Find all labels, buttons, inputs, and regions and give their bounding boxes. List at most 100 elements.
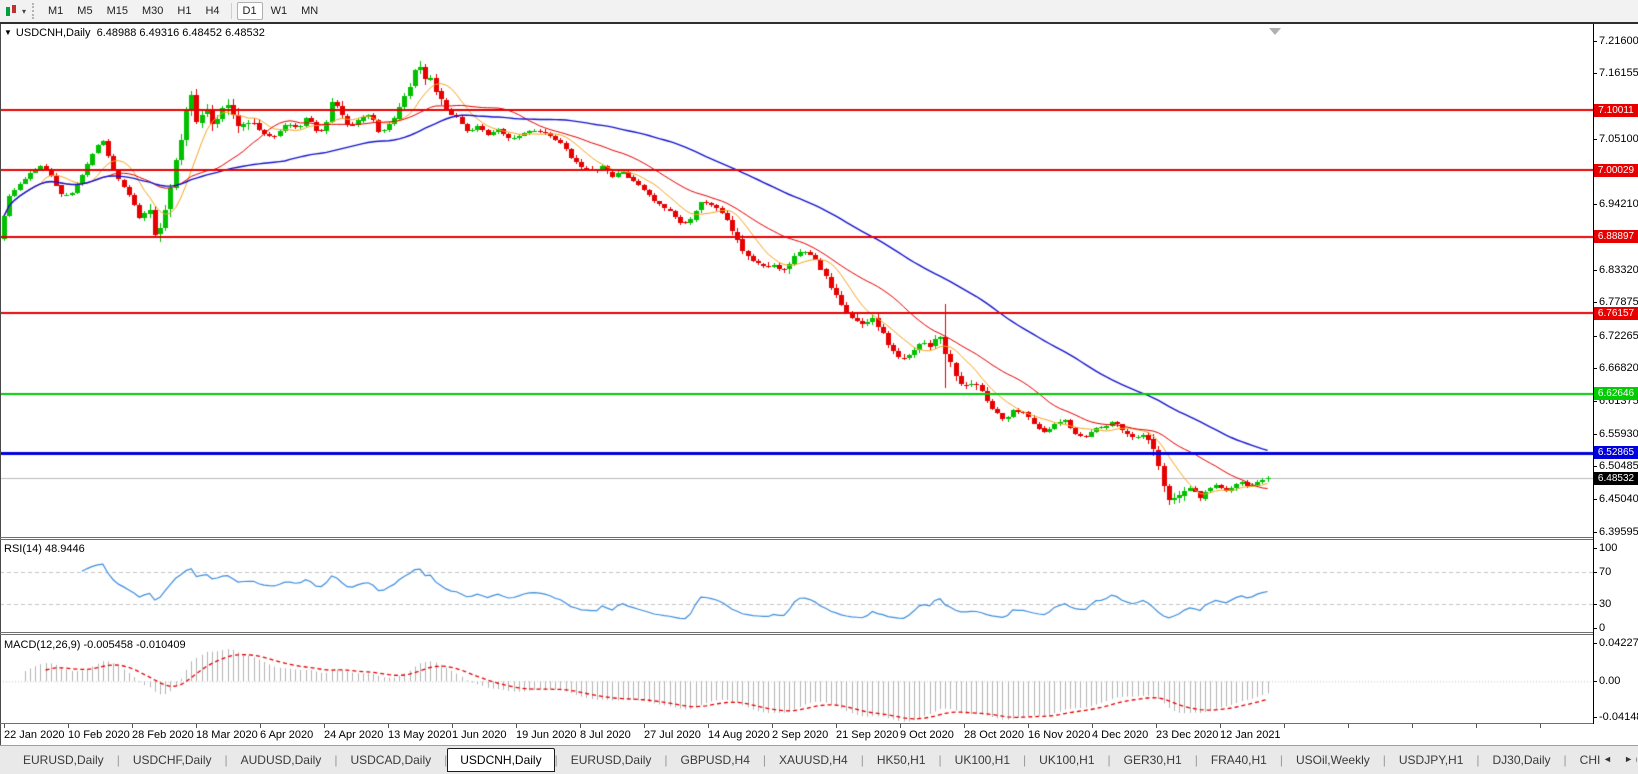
date-label: 2 Sep 2020: [772, 729, 828, 741]
price-tick-mark: [1593, 499, 1597, 500]
chart-tab-bar: EURUSD,Daily|USDCHF,Daily|AUDUSD,Daily|U…: [0, 745, 1638, 774]
price-tick-label: 6.50485: [1599, 460, 1638, 472]
panel-separator: [0, 634, 1593, 635]
timeframe-button-d1[interactable]: D1: [237, 2, 263, 20]
panel-separator: [0, 632, 1593, 633]
date-tick-mark: [1348, 724, 1349, 728]
date-tick-mark: [964, 724, 965, 728]
price-tick-label: 7.16155: [1599, 67, 1638, 79]
price-tick-label: 6.83320: [1599, 264, 1638, 276]
timeframe-button-mn[interactable]: MN: [295, 2, 324, 20]
date-tick-mark: [644, 724, 645, 728]
macd-indicator-label: MACD(12,26,9) -0.005458 -0.010409: [4, 639, 186, 651]
date-label: 19 Jun 2020: [516, 729, 577, 741]
date-tick-mark: [1220, 724, 1221, 728]
timeframe-button-w1[interactable]: W1: [265, 2, 294, 20]
rsi-indicator-canvas[interactable]: [0, 540, 1593, 632]
chart-tab-eurusd-daily[interactable]: EURUSD,Daily: [10, 749, 117, 771]
date-label: 16 Nov 2020: [1028, 729, 1090, 741]
price-line-label: 7.10011: [1594, 104, 1638, 117]
chart-tab-dj30-daily[interactable]: DJ30,Daily: [1480, 749, 1564, 771]
main-chart-canvas[interactable]: [0, 24, 1593, 537]
price-tick-mark: [1593, 368, 1597, 369]
price-tick-mark: [1593, 532, 1597, 533]
date-tick-mark: [1412, 724, 1413, 728]
chart-tab-usoil-weekly[interactable]: USOil,Weekly: [1283, 749, 1383, 771]
timeframe-button-group: M1M5M15M30H1H4 D1W1MN: [41, 2, 325, 20]
chart-tab-audusd-daily[interactable]: AUDUSD,Daily: [228, 749, 335, 771]
chart-tab-usdcnh-daily[interactable]: USDCNH,Daily: [447, 748, 554, 772]
date-label: 24 Apr 2020: [324, 729, 383, 741]
rsi-tick-mark: [1593, 548, 1597, 549]
date-tick-mark: [1092, 724, 1093, 728]
macd-axis-label: -0.04148: [1599, 711, 1638, 723]
date-tick-mark: [900, 724, 901, 728]
rsi-tick-mark: [1593, 604, 1597, 605]
date-label: 22 Jan 2020: [4, 729, 65, 741]
price-line-label: 6.88897: [1594, 230, 1638, 243]
chart-tab-fra40-h1[interactable]: FRA40,H1: [1198, 749, 1280, 771]
chart-tab-usdchf-daily[interactable]: USDCHF,Daily: [120, 749, 225, 771]
date-tick-mark: [1028, 724, 1029, 728]
date-label: 1 Jun 2020: [452, 729, 506, 741]
chart-tab-eurusd-daily[interactable]: EURUSD,Daily: [558, 749, 665, 771]
date-tick-mark: [260, 724, 261, 728]
price-tick-label: 6.94210: [1599, 198, 1638, 210]
chart-tab-uk100-h1[interactable]: UK100,H1: [1026, 749, 1107, 771]
timeframe-button-h1[interactable]: H1: [171, 2, 197, 20]
panel-separator: [0, 539, 1593, 540]
date-label: 18 Mar 2020: [196, 729, 258, 741]
chart-tab-uk100-h1[interactable]: UK100,H1: [942, 749, 1023, 771]
price-tick-mark: [1593, 73, 1597, 74]
timeframe-button-m1[interactable]: M1: [42, 2, 69, 20]
price-tick-mark: [1593, 466, 1597, 467]
chevron-down-icon[interactable]: ▾: [22, 7, 26, 16]
date-tick-mark: [388, 724, 389, 728]
macd-indicator-canvas[interactable]: [0, 635, 1593, 723]
date-tick-mark: [132, 724, 133, 728]
rsi-tick-mark: [1593, 572, 1597, 573]
collapse-triangle-icon[interactable]: ▼: [4, 28, 12, 37]
timeframe-button-m30[interactable]: M30: [136, 2, 169, 20]
chart-mode-icon[interactable]: [4, 4, 20, 18]
date-label: 21 Sep 2020: [836, 729, 898, 741]
timeframe-button-h4[interactable]: H4: [199, 2, 225, 20]
rsi-axis-label: 0: [1599, 622, 1605, 634]
chart-tab-usdjpy-h1[interactable]: USDJPY,H1: [1386, 749, 1476, 771]
top-toolbar: ▾ M1M5M15M30H1H4 D1W1MN: [0, 0, 1638, 22]
toolbar-grip[interactable]: [32, 3, 37, 19]
date-label: 28 Feb 2020: [132, 729, 194, 741]
date-label: 28 Oct 2020: [964, 729, 1024, 741]
date-label: 13 May 2020: [388, 729, 452, 741]
price-tick-mark: [1593, 401, 1597, 402]
rsi-tick-mark: [1593, 628, 1597, 629]
chart-tab-usdcad-daily[interactable]: USDCAD,Daily: [337, 749, 444, 771]
price-line-label: 6.52865: [1594, 446, 1638, 459]
last-bar-marker-icon: [1269, 28, 1281, 35]
symbol-period-label: USDCNH,Daily: [16, 27, 91, 39]
timeframe-button-m5[interactable]: M5: [71, 2, 98, 20]
timeframe-button-m15[interactable]: M15: [101, 2, 134, 20]
price-line-label: 6.48532: [1594, 472, 1638, 485]
date-label: 14 Aug 2020: [708, 729, 770, 741]
chart-tab-gbpusd-h4[interactable]: GBPUSD,H4: [668, 749, 763, 771]
chart-tab-ger30-h1[interactable]: GER30,H1: [1111, 749, 1195, 771]
price-tick-label: 7.21600: [1599, 35, 1638, 47]
chart-title-overlay: ▼ USDCNH,Daily 6.48988 6.49316 6.48452 6.…: [4, 27, 265, 39]
rsi-axis-label: 70: [1599, 566, 1611, 578]
date-label: 10 Feb 2020: [68, 729, 130, 741]
date-tick-mark: [772, 724, 773, 728]
panel-separator: [0, 723, 1593, 724]
date-label: 23 Dec 2020: [1156, 729, 1218, 741]
price-tick-label: 6.39595: [1599, 526, 1638, 538]
rsi-axis-label: 100: [1599, 542, 1617, 554]
chart-tab-hk50-h1[interactable]: HK50,H1: [864, 749, 939, 771]
tab-scroll-right-icon[interactable]: ►: [1624, 754, 1633, 764]
ohlc-values: 6.48988 6.49316 6.48452 6.48532: [97, 27, 265, 39]
tab-scroll-left-icon[interactable]: ◄: [1603, 754, 1612, 764]
price-tick-mark: [1593, 139, 1597, 140]
date-tick-mark: [1284, 724, 1285, 728]
macd-axis-label: 0.00: [1599, 675, 1620, 687]
chart-tab-xauusd-h4[interactable]: XAUUSD,H4: [766, 749, 861, 771]
date-tick-mark: [516, 724, 517, 728]
